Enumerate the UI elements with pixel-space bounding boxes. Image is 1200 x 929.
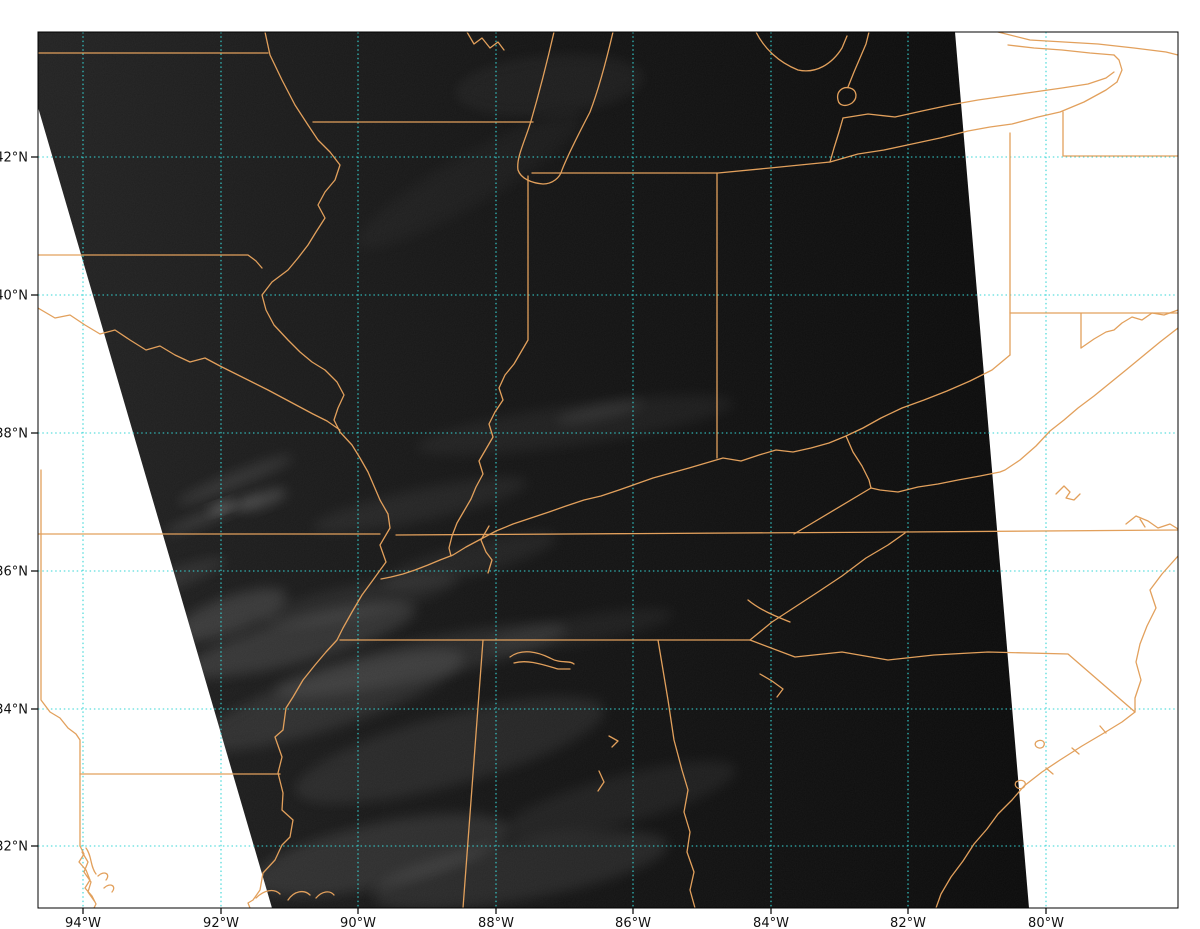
lat-label-34°N: 34°N bbox=[0, 703, 28, 718]
lat-label-40°N: 40°N bbox=[0, 289, 28, 304]
lat-label-36°N: 36°N bbox=[0, 565, 28, 580]
lon-label-82°W: 82°W bbox=[890, 916, 926, 929]
lon-label-84°W: 84°W bbox=[753, 916, 789, 929]
lat-label-42°N: 42°N bbox=[0, 151, 28, 166]
lon-label-90°W: 90°W bbox=[340, 916, 376, 929]
lat-label-32°N: 32°N bbox=[0, 840, 28, 855]
map-figure: GOES-19 Channel 2 (visible) Reflectance … bbox=[0, 0, 1200, 929]
lon-label-80°W: 80°W bbox=[1028, 916, 1064, 929]
satellite-map-canvas: 42°N 40°N 38°N 36°N 34°N 32°N 94°W 92°W 90°W 88°W… bbox=[0, 0, 1200, 929]
lon-label-92°W: 92°W bbox=[203, 916, 239, 929]
lon-label-86°W: 86°W bbox=[615, 916, 651, 929]
lon-label-88°W: 88°W bbox=[478, 916, 514, 929]
lat-label-38°N: 38°N bbox=[0, 427, 28, 442]
lon-label-94°W: 94°W bbox=[65, 916, 101, 929]
